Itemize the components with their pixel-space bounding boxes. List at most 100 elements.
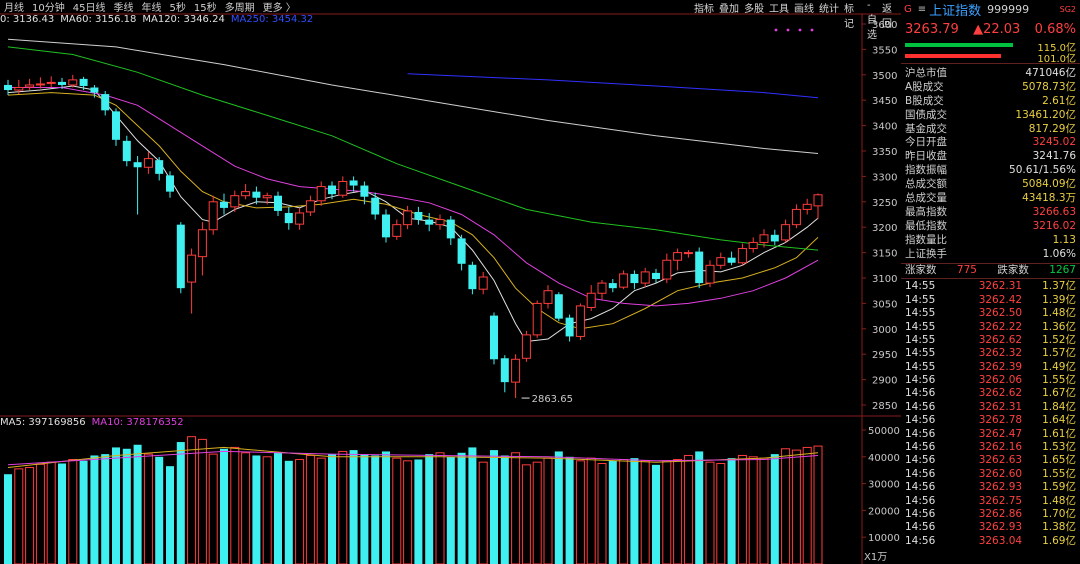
candle[interactable]	[716, 252, 726, 269]
candle[interactable]	[630, 270, 639, 290]
candle[interactable]	[241, 184, 251, 200]
candle[interactable]	[543, 285, 553, 309]
stat-label: 沪总市值	[905, 67, 947, 79]
tool-button-8[interactable]: 返回	[882, 0, 892, 30]
candle[interactable]	[284, 206, 293, 230]
candle[interactable]	[143, 152, 153, 174]
candle[interactable]	[392, 219, 402, 240]
candle[interactable]	[68, 74, 78, 88]
candle[interactable]	[770, 229, 779, 245]
candle[interactable]	[586, 285, 596, 312]
candle[interactable]	[521, 330, 531, 362]
menu-icon[interactable]: ≡	[918, 4, 926, 15]
kline-chart[interactable]: 3600355035003450340033503300325032003150…	[0, 0, 901, 564]
tool-button-5[interactable]: 统计	[819, 0, 839, 15]
ma-line-4	[7, 38, 819, 154]
candle[interactable]	[802, 198, 812, 215]
candle[interactable]	[112, 108, 120, 146]
tool-button-1[interactable]: 叠加	[719, 0, 739, 15]
tool-button-6[interactable]: 标记	[844, 0, 862, 30]
volume-bar	[673, 458, 683, 564]
candle[interactable]	[187, 248, 197, 314]
candle[interactable]	[338, 176, 348, 198]
candle[interactable]	[737, 243, 747, 266]
candle[interactable]	[274, 191, 282, 217]
period-tab-2[interactable]: 45日线	[69, 0, 110, 14]
candle[interactable]	[662, 253, 672, 284]
period-tab-3[interactable]: 季线	[109, 0, 137, 14]
period-tab-7[interactable]: 多周期	[221, 0, 259, 14]
tick-price: 3262.31	[978, 280, 1023, 293]
candle[interactable]	[478, 271, 488, 295]
candle[interactable]	[414, 206, 423, 225]
candle[interactable]	[813, 193, 823, 220]
candle[interactable]	[35, 77, 45, 89]
candle[interactable]	[46, 76, 56, 87]
candle[interactable]	[565, 314, 574, 342]
candle[interactable]	[457, 234, 466, 271]
candle[interactable]	[403, 205, 413, 230]
candle[interactable]	[220, 193, 228, 215]
candle[interactable]	[295, 207, 305, 230]
period-tab-4[interactable]: 年线	[137, 0, 165, 14]
tick-time: 14:56	[905, 427, 936, 440]
price-axis-label: 3050	[872, 299, 897, 310]
candle[interactable]	[554, 292, 563, 322]
candle[interactable]	[208, 195, 218, 235]
candle[interactable]	[155, 157, 164, 181]
tool-button-7[interactable]: -自选	[867, 0, 877, 41]
candle[interactable]	[791, 204, 801, 229]
period-tab-6[interactable]: 15秒	[190, 0, 221, 14]
tool-button-4[interactable]: 画线	[794, 0, 814, 15]
tick-time: 14:55	[905, 347, 936, 360]
candle[interactable]	[619, 270, 629, 290]
candle[interactable]	[532, 300, 542, 338]
candle[interactable]	[683, 250, 693, 258]
candle[interactable]	[176, 222, 185, 294]
candle[interactable]	[490, 312, 498, 365]
candle[interactable]	[122, 135, 131, 167]
tick-row: 14:55 3262.42 1.39亿	[901, 294, 1080, 307]
tick-amount: 1.70亿	[1042, 508, 1076, 520]
candle[interactable]	[305, 195, 315, 217]
candle[interactable]	[382, 209, 390, 243]
tick-list[interactable]: 14:55 3262.31 1.37亿 14:55 3262.42 1.39亿 14:55 3…	[901, 278, 1080, 548]
period-tab-8[interactable]: 更多 〉	[259, 0, 300, 14]
candle[interactable]	[597, 280, 607, 300]
tool-button-3[interactable]: 工具	[769, 0, 789, 15]
candle[interactable]	[446, 216, 455, 245]
candle[interactable]	[468, 261, 477, 295]
candle[interactable]	[640, 267, 650, 288]
tool-button-2[interactable]: 多股	[744, 0, 764, 15]
candle[interactable]	[349, 176, 358, 192]
dot-marker	[774, 28, 778, 32]
candle[interactable]	[608, 279, 617, 293]
tool-button-0[interactable]: 指标	[694, 0, 714, 15]
candle[interactable]	[652, 268, 660, 284]
candle[interactable]	[25, 78, 35, 91]
index-title[interactable]: 上证指数	[929, 0, 981, 19]
candle[interactable]	[90, 84, 99, 98]
candle[interactable]	[435, 214, 445, 230]
candle[interactable]	[101, 91, 110, 116]
period-tab-5[interactable]: 5秒	[165, 0, 189, 14]
quote-header: G ≡ 上证指数 999999 SG2	[901, 0, 1080, 19]
period-tab-0[interactable]: 月线	[0, 0, 28, 14]
candle[interactable]	[511, 354, 521, 399]
candle[interactable]	[705, 260, 715, 288]
period-tab-1[interactable]: 10分钟	[28, 0, 69, 14]
candle[interactable]	[673, 248, 683, 271]
candle[interactable]	[748, 237, 758, 253]
candle[interactable]	[133, 156, 142, 215]
stat-row: 基金成交 817.29亿	[901, 123, 1080, 137]
candle[interactable]	[575, 303, 585, 340]
candle[interactable]	[727, 251, 736, 266]
candle[interactable]	[371, 192, 380, 220]
tick-price: 3262.75	[978, 494, 1023, 507]
candle[interactable]	[781, 219, 791, 243]
candle[interactable]	[695, 247, 704, 289]
candle[interactable]	[316, 181, 326, 206]
candle[interactable]	[197, 222, 207, 276]
candle[interactable]	[425, 212, 434, 232]
candle[interactable]	[500, 355, 509, 393]
